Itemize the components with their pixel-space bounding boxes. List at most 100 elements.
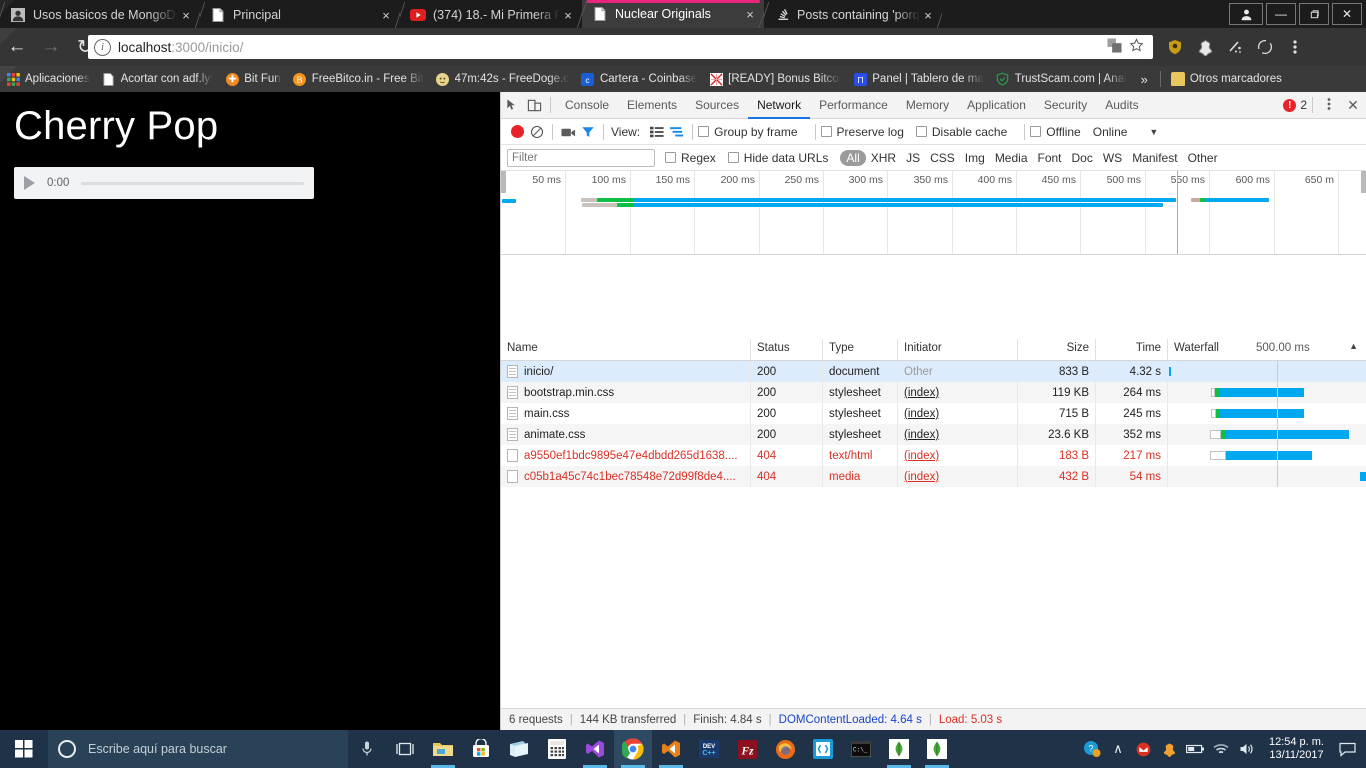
column-header-waterfall[interactable]: Waterfall 500.00 ms ▲ bbox=[1168, 339, 1366, 360]
audio-progress-bar[interactable] bbox=[81, 181, 304, 185]
filter-input[interactable] bbox=[507, 148, 655, 167]
filter-type-css[interactable]: CSS bbox=[925, 151, 960, 165]
request-waterfall-cell[interactable] bbox=[1168, 424, 1366, 445]
column-header-name[interactable]: Name bbox=[501, 339, 751, 360]
windows-start-icon[interactable] bbox=[0, 730, 48, 768]
inspect-element-icon[interactable] bbox=[501, 94, 523, 116]
help-icon[interactable]: ? bbox=[1079, 730, 1105, 768]
close-tab-button[interactable]: × bbox=[178, 8, 194, 23]
bookmarks-overflow-button[interactable]: » bbox=[1133, 72, 1156, 87]
regex-checkbox[interactable]: Regex bbox=[665, 151, 716, 165]
browser-tab[interactable]: Nuclear Originals × bbox=[582, 0, 764, 28]
bookmark-item[interactable]: Aplicaciones bbox=[0, 68, 96, 90]
taskbar-vs-code-icon[interactable] bbox=[652, 730, 690, 768]
devtools-tab-audits[interactable]: Audits bbox=[1096, 92, 1147, 119]
volume-icon[interactable] bbox=[1235, 730, 1261, 768]
translate-icon[interactable] bbox=[1103, 38, 1125, 56]
devtools-tab-memory[interactable]: Memory bbox=[897, 92, 958, 119]
back-button[interactable]: ← bbox=[0, 30, 34, 64]
filter-type-media[interactable]: Media bbox=[990, 151, 1033, 165]
bookmark-item[interactable]: c Cartera - Coinbase bbox=[575, 68, 703, 90]
devtools-tab-console[interactable]: Console bbox=[556, 92, 618, 119]
avast-icon[interactable] bbox=[1190, 30, 1220, 64]
devtools-tab-elements[interactable]: Elements bbox=[618, 92, 686, 119]
info-icon[interactable]: i bbox=[94, 38, 111, 56]
bookmark-item[interactable]: Π Panel | Tablero de ma bbox=[847, 68, 989, 90]
filter-type-manifest[interactable]: Manifest bbox=[1127, 151, 1182, 165]
task-view-icon[interactable] bbox=[386, 730, 424, 768]
action-center-icon[interactable] bbox=[1332, 730, 1362, 768]
shield-icon[interactable] bbox=[1160, 30, 1190, 64]
taskbar-sticky-notes-icon[interactable] bbox=[500, 730, 538, 768]
column-header-initiator[interactable]: Initiator bbox=[898, 339, 1018, 360]
browser-menu-button[interactable] bbox=[1280, 30, 1310, 64]
taskbar-cmd-icon[interactable]: C:\_ bbox=[842, 730, 880, 768]
close-window-button[interactable]: ✕ bbox=[1332, 3, 1362, 25]
devtools-more-button[interactable] bbox=[1318, 97, 1340, 113]
play-icon[interactable] bbox=[24, 176, 35, 190]
close-tab-button[interactable]: × bbox=[742, 7, 758, 22]
sparkle-icon[interactable] bbox=[1220, 30, 1250, 64]
column-header-type[interactable]: Type bbox=[823, 339, 898, 360]
taskbar-firefox-icon[interactable] bbox=[766, 730, 804, 768]
table-row[interactable]: c05b1a45c74c1bec78548e72d99f8de4.... 404 m… bbox=[501, 466, 1366, 487]
maximize-restore-button[interactable] bbox=[1299, 3, 1329, 25]
bookmark-item[interactable]: B FreeBitco.in - Free Bit bbox=[287, 68, 430, 90]
request-initiator[interactable]: (index) bbox=[904, 471, 939, 483]
avast-tray-icon[interactable] bbox=[1157, 730, 1183, 768]
devtools-tab-application[interactable]: Application bbox=[958, 92, 1035, 119]
filter-type-font[interactable]: Font bbox=[1033, 151, 1067, 165]
request-waterfall-cell[interactable] bbox=[1168, 466, 1366, 487]
bookmark-item[interactable]: [READY] Bonus Bitcoi bbox=[703, 68, 847, 90]
list-view-icon[interactable] bbox=[647, 126, 667, 138]
filter-type-other[interactable]: Other bbox=[1183, 151, 1223, 165]
offline-checkbox[interactable]: Offline bbox=[1030, 125, 1081, 139]
request-initiator[interactable]: (index) bbox=[904, 450, 939, 462]
filter-type-ws[interactable]: WS bbox=[1098, 151, 1127, 165]
taskbar-devcpp-icon[interactable]: DEV C++ bbox=[690, 730, 728, 768]
taskbar-mongodb-icon[interactable] bbox=[880, 730, 918, 768]
device-toolbar-icon[interactable] bbox=[523, 94, 545, 116]
waterfall-view-icon[interactable] bbox=[667, 126, 687, 138]
filter-type-xhr[interactable]: XHR bbox=[866, 151, 901, 165]
table-row[interactable]: a9550ef1bdc9895e47e4dbdd265d1638.... 404 t… bbox=[501, 445, 1366, 466]
user-profile-button[interactable] bbox=[1229, 3, 1263, 25]
close-tab-button[interactable]: × bbox=[560, 8, 576, 23]
funnel-icon[interactable] bbox=[578, 125, 598, 139]
network-overview-timeline[interactable]: 50 ms 100 ms 150 ms 200 ms 250 ms 300 ms 350 m… bbox=[501, 171, 1366, 255]
audio-player[interactable]: 0:00 bbox=[14, 167, 314, 199]
column-header-size[interactable]: Size bbox=[1018, 339, 1096, 360]
wifi-icon[interactable] bbox=[1209, 730, 1235, 768]
devtools-tab-sources[interactable]: Sources bbox=[686, 92, 748, 119]
camera-icon[interactable] bbox=[558, 126, 578, 138]
gmail-icon[interactable] bbox=[1131, 730, 1157, 768]
filter-type-doc[interactable]: Doc bbox=[1067, 151, 1098, 165]
request-waterfall-cell[interactable] bbox=[1168, 403, 1366, 424]
hide-data-urls-checkbox[interactable]: Hide data URLs bbox=[727, 151, 828, 165]
new-tab-button[interactable] bbox=[944, 4, 984, 26]
taskbar-file-explorer-icon[interactable] bbox=[424, 730, 462, 768]
request-waterfall-cell[interactable] bbox=[1168, 361, 1366, 382]
taskbar-visual-studio-icon[interactable] bbox=[576, 730, 614, 768]
browser-tab[interactable]: Posts containing 'porque × bbox=[764, 2, 942, 28]
taskbar-filezilla-icon[interactable]: Fz bbox=[728, 730, 766, 768]
close-tab-button[interactable]: × bbox=[378, 8, 394, 23]
overview-right-handle[interactable] bbox=[1361, 171, 1366, 193]
request-waterfall-cell[interactable] bbox=[1168, 382, 1366, 403]
devtools-close-button[interactable]: ✕ bbox=[1340, 97, 1366, 114]
devtools-tab-security[interactable]: Security bbox=[1035, 92, 1096, 119]
address-bar[interactable]: i localhost:3000/inicio/ bbox=[88, 35, 1153, 59]
taskbar-microsoft-store-icon[interactable] bbox=[462, 730, 500, 768]
bookmark-item[interactable]: Acortar con adf.ly! bbox=[96, 68, 220, 90]
circle-icon[interactable] bbox=[1250, 30, 1280, 64]
group-by-frame-checkbox[interactable]: Group by frame bbox=[698, 125, 798, 139]
microphone-icon[interactable] bbox=[348, 730, 386, 768]
taskbar-google-chrome-icon[interactable] bbox=[614, 730, 652, 768]
close-tab-button[interactable]: × bbox=[920, 8, 936, 23]
record-icon[interactable] bbox=[507, 125, 527, 138]
column-header-status[interactable]: Status bbox=[751, 339, 823, 360]
error-count-badge[interactable]: ! 2 bbox=[1283, 98, 1307, 112]
preserve-log-checkbox[interactable]: Preserve log bbox=[820, 125, 904, 139]
taskbar-brackets-icon[interactable] bbox=[804, 730, 842, 768]
browser-tab[interactable]: Usos basicos de MongoD × bbox=[0, 2, 200, 28]
